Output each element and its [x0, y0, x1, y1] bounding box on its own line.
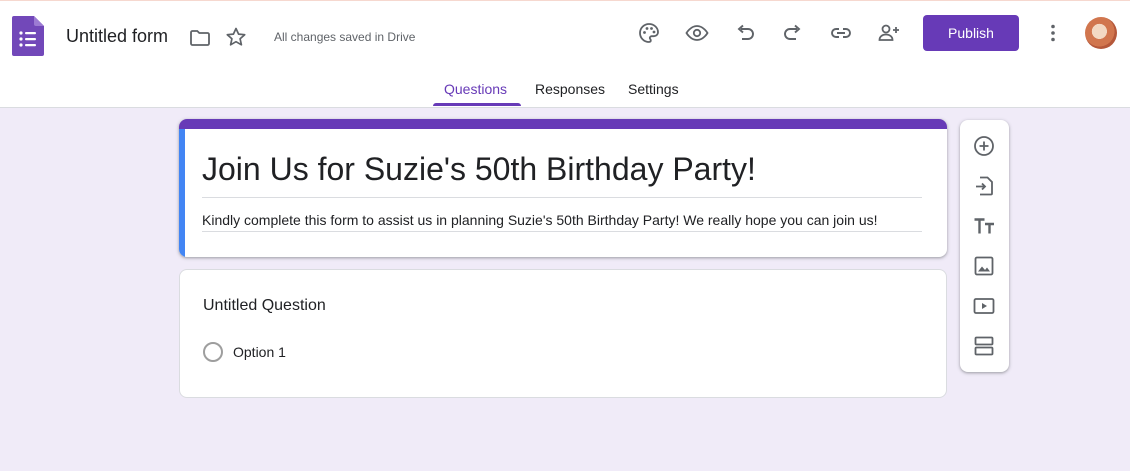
theme-accent-bar: [179, 119, 947, 129]
option-label[interactable]: Option 1: [233, 344, 286, 360]
top-edge-line: [0, 0, 1130, 1]
selected-card-indicator: [179, 129, 185, 257]
save-status: All changes saved in Drive: [274, 30, 416, 44]
add-title-icon[interactable]: [972, 214, 996, 238]
star-icon[interactable]: [224, 25, 248, 49]
question-card[interactable]: Untitled Question Option 1: [179, 269, 947, 398]
folder-icon[interactable]: [188, 26, 212, 50]
import-questions-icon[interactable]: [972, 174, 996, 198]
publish-button[interactable]: Publish: [923, 15, 1019, 51]
link-icon[interactable]: [829, 21, 853, 45]
form-title[interactable]: Join Us for Suzie's 50th Birthday Party!: [202, 151, 756, 188]
redo-icon[interactable]: [781, 21, 805, 45]
form-header-card[interactable]: Join Us for Suzie's 50th Birthday Party!…: [179, 119, 947, 257]
add-image-icon[interactable]: [972, 254, 996, 278]
preview-eye-icon[interactable]: [685, 21, 709, 45]
radio-button[interactable]: [203, 342, 223, 362]
add-question-icon[interactable]: [972, 134, 996, 158]
title-divider: [202, 197, 922, 198]
user-avatar[interactable]: [1085, 17, 1117, 49]
add-collaborator-icon[interactable]: [877, 21, 901, 45]
form-tabs: Questions Responses Settings: [0, 78, 1130, 108]
active-tab-indicator: [433, 103, 521, 106]
form-description[interactable]: Kindly complete this form to assist us i…: [202, 212, 878, 228]
palette-icon[interactable]: [637, 21, 661, 45]
floating-side-toolbar: [960, 120, 1009, 372]
tab-questions[interactable]: Questions: [444, 81, 507, 97]
description-divider: [202, 231, 922, 232]
question-title[interactable]: Untitled Question: [203, 297, 326, 315]
more-options-icon[interactable]: [1041, 21, 1065, 45]
tab-responses[interactable]: Responses: [535, 81, 605, 97]
add-video-icon[interactable]: [972, 294, 996, 318]
undo-icon[interactable]: [733, 21, 757, 45]
document-title[interactable]: Untitled form: [66, 26, 168, 47]
tab-settings[interactable]: Settings: [628, 81, 679, 97]
top-app-bar: Untitled form All changes saved in Drive…: [0, 0, 1130, 108]
add-section-icon[interactable]: [972, 334, 996, 358]
google-forms-logo-icon[interactable]: [12, 16, 44, 56]
